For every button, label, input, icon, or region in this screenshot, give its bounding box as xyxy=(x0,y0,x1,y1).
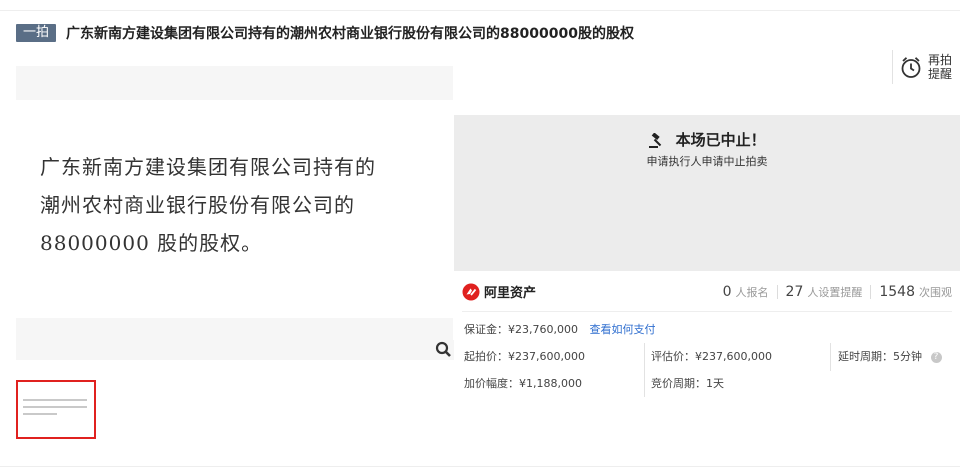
gallery-top-bar xyxy=(16,66,453,100)
views-count: 1548 xyxy=(879,284,915,300)
bottom-divider xyxy=(0,466,960,467)
top-divider xyxy=(0,10,960,11)
remind-button[interactable]: 再拍提醒 xyxy=(892,50,955,84)
counts: 0 人报名 27 人设置提醒 1548 次围观 xyxy=(723,284,952,300)
document-line: 潮州农村商业银行股份有限公司的 xyxy=(40,193,355,217)
delay-period: 延时周期：5分钟 xyxy=(838,350,922,363)
increment: 加价幅度：¥1,188,000 xyxy=(464,377,582,390)
thumbnail-text-line xyxy=(23,399,87,401)
gallery-bottom-bar xyxy=(16,318,453,360)
reminders-label: 人设置提醒 xyxy=(807,286,863,299)
thumbnail-text-line xyxy=(23,413,57,415)
thumbnail-1[interactable] xyxy=(16,380,96,439)
deposit-row: 保证金：¥23,760,000 查看如何支付 xyxy=(464,321,655,337)
signups-count: 0 xyxy=(722,284,732,300)
reminders-count: 27 xyxy=(785,284,804,300)
main-image-document[interactable]: 广东新南方建设集团有限公司持有的 潮州农村商业银行股份有限公司的 8800000… xyxy=(40,148,440,262)
help-icon[interactable]: ? xyxy=(930,351,942,363)
page-title: 广东新南方建设集团有限公司持有的潮州农村商业银行股份有限公司的88000000股… xyxy=(66,26,634,42)
start-price: 起拍价：¥237,600,000 xyxy=(464,350,585,363)
remind-label: 再拍提醒 xyxy=(928,53,953,81)
delay-period-row: 延时周期：5分钟 ? xyxy=(838,348,942,364)
auction-round-badge: 一拍 xyxy=(16,24,57,42)
info-column-divider xyxy=(830,343,831,371)
magnifier-icon xyxy=(435,341,451,357)
document-line: 88000000 股的股权。 xyxy=(40,231,263,255)
stats-row: 阿里资产 0 人报名 27 人设置提醒 1548 次围观 xyxy=(462,280,952,306)
status-title-row: 本场已中止！ xyxy=(454,129,960,150)
zoom-button[interactable] xyxy=(434,340,454,360)
bidding-period: 竞价周期：1天 xyxy=(651,377,724,390)
views-label: 次围观 xyxy=(919,286,952,299)
deposit-value: 保证金：¥23,760,000 xyxy=(464,323,578,336)
title-row: 一拍 广东新南方建设集团有限公司持有的潮州农村商业银行股份有限公司的880000… xyxy=(16,22,634,44)
gavel-icon xyxy=(649,132,662,148)
ali-logo-icon xyxy=(462,283,480,300)
status-title: 本场已中止！ xyxy=(675,131,766,149)
document-line: 广东新南方建设集团有限公司持有的 xyxy=(40,155,376,179)
platform-name: 阿里资产 xyxy=(484,286,537,301)
count-separator xyxy=(776,285,778,299)
platform-logo[interactable]: 阿里资产 xyxy=(462,282,536,301)
alarm-clock-icon xyxy=(901,57,921,78)
stats-divider xyxy=(462,311,952,312)
signups-label: 人报名 xyxy=(735,286,769,299)
count-separator xyxy=(870,285,872,299)
thumbnail-text-line xyxy=(23,406,87,408)
status-subtitle: 申请执行人申请中止拍卖 xyxy=(646,155,768,168)
status-panel: 本场已中止！ 申请执行人申请中止拍卖 xyxy=(454,115,960,271)
appraisal-price: 评估价：¥237,600,000 xyxy=(651,350,772,363)
info-column-divider xyxy=(644,343,645,397)
payment-help-link[interactable]: 查看如何支付 xyxy=(589,323,655,336)
